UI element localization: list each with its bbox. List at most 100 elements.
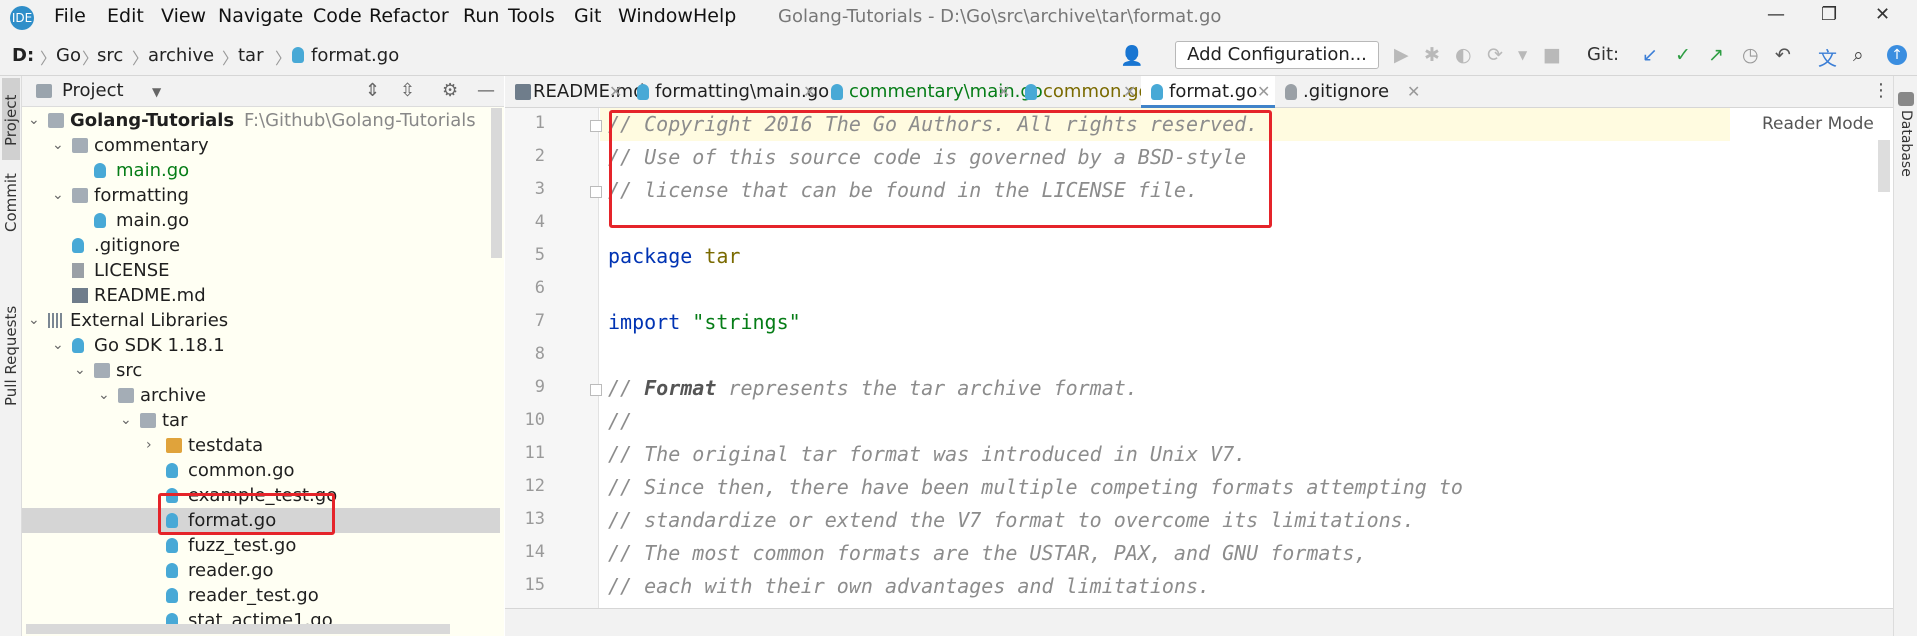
tree-item[interactable]: ⌄ External Libraries <box>22 308 500 333</box>
run-icon[interactable]: ▶ <box>1394 44 1409 66</box>
tree-item[interactable]: › testdata <box>22 433 500 458</box>
fold-marker-icon[interactable] <box>590 384 602 396</box>
menu-edit[interactable]: Edit <box>107 5 144 27</box>
fold-marker-icon[interactable] <box>590 120 602 132</box>
expand-all-icon[interactable]: ⇕ <box>365 80 380 101</box>
history-icon[interactable]: ◷ <box>1742 44 1759 66</box>
debug-icon[interactable]: ✱ <box>1424 44 1440 66</box>
tool-tab-database-label[interactable]: Database <box>1898 110 1914 177</box>
editor-tab[interactable]: common.go ✕ <box>1015 76 1150 108</box>
close-tab-icon[interactable]: ✕ <box>1407 76 1420 107</box>
user-icon[interactable]: 👤 <box>1120 44 1144 67</box>
menu-view[interactable]: View <box>161 5 206 27</box>
chevron-down-icon[interactable]: ⌄ <box>28 308 42 333</box>
chevron-right-icon: 〉 <box>82 49 99 68</box>
tree-item[interactable]: main.go <box>22 158 500 183</box>
editor-tab-bar: README.md ✕ formatting\main.go ✕ commentary\… <box>505 76 1893 108</box>
editor-scrollbar[interactable] <box>1878 140 1890 192</box>
more-options-icon[interactable]: ⋮ <box>1872 80 1890 101</box>
collapse-all-icon[interactable]: ⇳ <box>400 80 415 101</box>
git-push-icon[interactable]: ↗ <box>1708 44 1724 66</box>
chevron-down-icon[interactable]: ⌄ <box>52 333 66 358</box>
tool-tab-project-label[interactable]: Project <box>2 95 20 146</box>
chevron-down-icon[interactable]: ▼ <box>1518 48 1527 62</box>
menu-git[interactable]: Git <box>574 5 601 27</box>
breadcrumb-go[interactable]: Go <box>56 45 81 66</box>
tree-item[interactable]: main.go <box>22 208 500 233</box>
gear-icon[interactable]: ⚙ <box>442 80 458 101</box>
left-tool-strip: Project Commit Pull Requests <box>0 76 22 636</box>
profile-icon[interactable]: ⟳ <box>1487 44 1503 66</box>
close-tab-icon[interactable]: ✕ <box>997 76 1010 107</box>
tree-item[interactable]: README.md <box>22 283 500 308</box>
fold-marker-icon[interactable] <box>590 186 602 198</box>
close-tab-icon[interactable]: ✕ <box>609 76 622 107</box>
close-icon[interactable]: ✕ <box>1875 4 1890 25</box>
close-tab-icon[interactable]: ✕ <box>803 76 816 107</box>
tree-item[interactable]: ⌄ formatting <box>22 183 500 208</box>
git-update-icon[interactable]: ↙ <box>1642 44 1658 66</box>
menu-file[interactable]: File <box>54 5 86 27</box>
project-scrollbar-horizontal[interactable] <box>26 624 450 634</box>
close-tab-icon[interactable]: ✕ <box>1257 76 1270 107</box>
chevron-down-icon[interactable]: ⌄ <box>52 183 66 208</box>
editor-tab[interactable]: .gitignore ✕ <box>1275 76 1425 108</box>
breadcrumb-archive[interactable]: archive <box>148 45 214 66</box>
project-title[interactable]: Project <box>62 80 124 101</box>
menu-window[interactable]: Window <box>618 5 693 27</box>
reader-mode-button[interactable]: Reader Mode <box>1762 114 1874 134</box>
tree-item[interactable]: reader.go <box>22 558 500 583</box>
chevron-down-icon[interactable]: ⌄ <box>120 408 134 433</box>
breadcrumb-src[interactable]: src <box>97 45 123 66</box>
breadcrumb-drive[interactable]: D: <box>12 45 34 66</box>
chevron-down-icon[interactable]: ⌄ <box>52 133 66 158</box>
tree-item[interactable]: ⌄ Go SDK 1.18.1 <box>22 333 500 358</box>
tree-item[interactable]: reader_test.go <box>22 583 500 608</box>
minimize-icon[interactable]: — <box>1767 4 1785 25</box>
tree-item[interactable]: ⌄ tar <box>22 408 500 433</box>
add-configuration-button[interactable]: Add Configuration... <box>1175 41 1379 69</box>
tree-item[interactable]: .gitignore <box>22 233 500 258</box>
breadcrumb-file[interactable]: format.go <box>311 45 399 66</box>
rollback-icon[interactable]: ↶ <box>1775 44 1791 66</box>
translate-icon[interactable]: 文 <box>1818 44 1837 71</box>
tree-item[interactable]: common.go <box>22 458 500 483</box>
tree-item-label: Golang-Tutorials <box>70 110 235 131</box>
tree-item[interactable]: ⌄ commentary <box>22 133 500 158</box>
coverage-icon[interactable]: ◐ <box>1455 44 1472 66</box>
close-tab-icon[interactable]: ✕ <box>1123 76 1136 107</box>
chevron-down-icon[interactable]: ▼ <box>152 85 161 99</box>
editor-tab[interactable]: commentary\main.go ✕ <box>821 76 1043 108</box>
tool-tab-pull-requests-label[interactable]: Pull Requests <box>2 306 20 406</box>
chevron-down-icon[interactable]: ⌄ <box>98 383 112 408</box>
tree-item[interactable]: ⌄ src <box>22 358 500 383</box>
project-scrollbar-vertical[interactable] <box>491 108 502 258</box>
hide-panel-icon[interactable]: — <box>477 80 495 101</box>
chevron-down-icon[interactable]: ⌄ <box>74 358 88 383</box>
update-icon[interactable]: ↑ <box>1887 45 1907 65</box>
search-icon[interactable]: ⌕ <box>1853 44 1864 66</box>
menu-run[interactable]: Run <box>463 5 499 27</box>
menu-tools[interactable]: Tools <box>508 5 555 27</box>
tree-item[interactable]: ⌄ Golang-Tutorials F:\Github\Golang-Tutori… <box>22 108 500 133</box>
menu-refactor[interactable]: Refactor <box>369 5 449 27</box>
editor-tab[interactable]: formatting\main.go ✕ <box>627 76 829 108</box>
menu-code[interactable]: Code <box>313 5 362 27</box>
tree-item[interactable]: stat_actime1.go <box>22 608 500 624</box>
restore-icon[interactable]: ❐ <box>1821 4 1837 25</box>
line-number: 13 <box>524 509 545 529</box>
breadcrumb-tar[interactable]: tar <box>238 45 264 66</box>
tree-item[interactable]: fuzz_test.go <box>22 533 500 558</box>
tool-tab-commit-label[interactable]: Commit <box>2 173 20 232</box>
menu-help[interactable]: Help <box>693 5 736 27</box>
git-commit-icon[interactable]: ✓ <box>1675 44 1691 66</box>
tree-item[interactable]: LICENSE <box>22 258 500 283</box>
chevron-right-icon[interactable]: › <box>146 433 160 458</box>
tree-item[interactable]: ⌄ archive <box>22 383 500 408</box>
database-icon[interactable] <box>1898 92 1914 106</box>
stop-icon[interactable]: ■ <box>1543 44 1561 66</box>
chevron-down-icon[interactable]: ⌄ <box>28 108 42 133</box>
editor-tab[interactable]: format.go ✕ <box>1141 76 1275 108</box>
menu-navigate[interactable]: Navigate <box>218 5 303 27</box>
editor-tab[interactable]: README.md ✕ <box>505 76 645 108</box>
